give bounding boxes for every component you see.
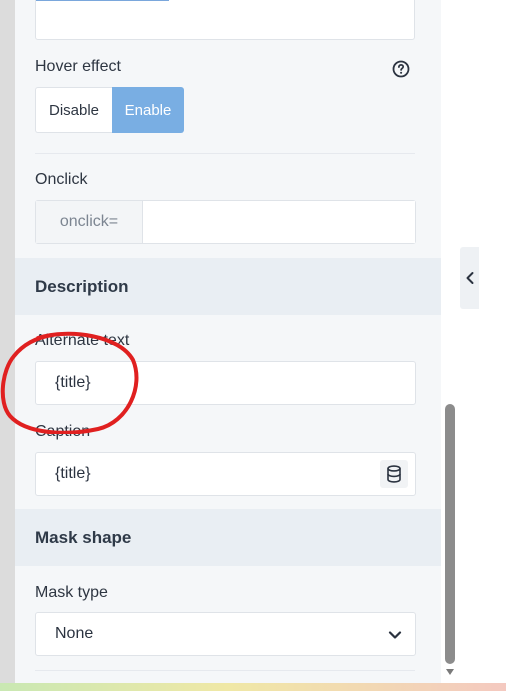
disable-button[interactable]: Disable: [35, 87, 112, 133]
enable-button[interactable]: Enable: [112, 87, 184, 133]
field-accent-bar: [36, 0, 169, 1]
bottom-color-band: [0, 683, 506, 691]
onclick-label: Onclick: [35, 171, 88, 188]
divider-bottom: [35, 670, 415, 671]
mask-type-value: None: [55, 625, 94, 642]
database-icon[interactable]: [380, 460, 408, 488]
onclick-input[interactable]: [143, 201, 415, 243]
hover-effect-toggle: Disable Enable: [35, 87, 184, 133]
mask-shape-section-header[interactable]: Mask shape: [15, 509, 441, 566]
scroll-down-arrow-icon[interactable]: [445, 667, 455, 677]
mask-type-select[interactable]: None: [35, 612, 416, 656]
description-section-header[interactable]: Description: [15, 258, 441, 315]
top-input-field[interactable]: [35, 0, 415, 40]
onclick-prefix: onclick=: [36, 201, 143, 243]
caption-input[interactable]: {title}: [35, 452, 416, 496]
red-annotation-circle: [0, 331, 139, 434]
chevron-down-icon: [388, 631, 402, 639]
mask-type-label: Mask type: [35, 584, 108, 601]
question-circle-icon[interactable]: [392, 60, 410, 78]
scrollbar-thumb[interactable]: [445, 404, 455, 664]
chevron-left-icon: [466, 272, 473, 284]
collapse-panel-tab[interactable]: [460, 247, 479, 309]
hover-effect-label: Hover effect: [35, 58, 121, 75]
divider: [35, 153, 415, 154]
onclick-input-group: onclick=: [35, 200, 416, 244]
